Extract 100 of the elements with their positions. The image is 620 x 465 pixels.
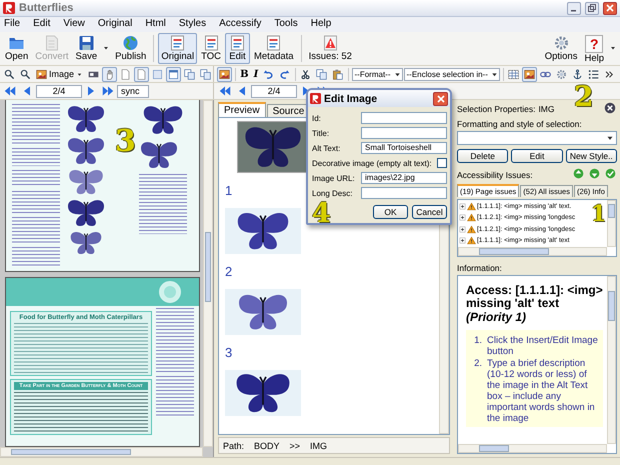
close-button[interactable] (603, 2, 617, 14)
double-left-arrow-icon (219, 85, 231, 97)
input-field[interactable] (361, 112, 447, 124)
cut-icon (300, 68, 312, 80)
picture-button[interactable] (217, 66, 232, 82)
dialog-button[interactable]: OK (373, 205, 408, 219)
information-label: Information: (457, 263, 503, 273)
menu-item[interactable]: Accessify (219, 18, 262, 29)
step-text: Click the Insert/Edit Image button (487, 335, 599, 357)
input-field[interactable]: images\22.jpg (361, 172, 447, 184)
vertical-scrollbar[interactable] (203, 100, 213, 447)
horizontal-scrollbar[interactable] (458, 247, 607, 256)
warning-icon (467, 236, 476, 246)
horizontal-scrollbar[interactable] (0, 447, 203, 457)
menu-item[interactable]: View (63, 18, 85, 29)
issue-title: Access: [1.1.1.1]: <img> missing 'alt' text (466, 284, 603, 310)
panel-button[interactable]: New Style.. (566, 149, 617, 163)
toolbar-button[interactable]: Save (72, 33, 100, 64)
caret-icon (76, 70, 84, 78)
butterfly-image (237, 121, 309, 173)
vertical-scrollbar[interactable] (607, 200, 616, 247)
list-icon (588, 68, 600, 80)
toolbar-button[interactable]: Issues: 52 (306, 33, 355, 64)
find-icon (4, 68, 15, 80)
restore-button[interactable] (585, 2, 599, 14)
italic-button[interactable]: I (252, 66, 260, 82)
horizontal-scrollbar[interactable] (458, 444, 607, 453)
first-page-button[interactable] (2, 84, 18, 98)
menu-item[interactable]: Edit (33, 18, 50, 29)
menu-item[interactable]: File (4, 18, 20, 29)
path-item[interactable]: BODY (254, 440, 280, 450)
page-field[interactable]: 2/4 (36, 84, 82, 98)
step-number: 1. (473, 335, 482, 348)
copy-button[interactable] (314, 66, 330, 82)
toolbar-button[interactable]: Edit (224, 33, 250, 64)
checkbox[interactable] (437, 158, 447, 168)
copy-button[interactable] (198, 66, 214, 82)
format-select[interactable]: --Format-- (352, 68, 403, 80)
dialog-title: Edit Image (324, 92, 378, 104)
enclose-select[interactable]: --Enclose selection in-- (404, 68, 500, 80)
style-select[interactable] (457, 131, 617, 145)
menu-item[interactable]: Styles (178, 18, 206, 29)
toolbar-button[interactable]: Original (158, 33, 198, 64)
help-icon: ? (585, 35, 604, 53)
input-field[interactable] (361, 127, 447, 139)
page-icon (136, 68, 148, 80)
issues-label: Accessibility Issues: (457, 170, 533, 180)
menu-item[interactable]: Original (98, 18, 132, 29)
input-field[interactable] (361, 187, 447, 199)
selection-value: IMG (538, 104, 554, 114)
find-icon (20, 68, 31, 80)
paste-button[interactable] (330, 66, 346, 82)
page-button[interactable] (134, 66, 150, 82)
vertical-scrollbar[interactable] (607, 276, 616, 444)
picture-icon (219, 68, 230, 80)
tab[interactable]: Preview (218, 102, 266, 117)
first-page-button[interactable] (217, 84, 233, 98)
toolbar-button[interactable]: ? Help (581, 33, 607, 64)
close-button[interactable] (433, 92, 448, 106)
dialog-button[interactable]: Cancel (412, 205, 447, 219)
toolbar-button[interactable]: TOC (198, 33, 224, 64)
input-field[interactable]: Small Tortoiseshell (361, 142, 447, 154)
window-title: Butterflies (19, 2, 74, 14)
menu-item[interactable]: Html (145, 18, 166, 29)
callout-number: 4 (312, 201, 331, 226)
style-label: Formatting and style of selection: (457, 119, 583, 129)
hand-icon (104, 68, 116, 80)
page-field[interactable]: 2/4 (251, 84, 297, 98)
picture-button[interactable] (522, 66, 538, 82)
toolbar-button[interactable]: Metadata (250, 33, 297, 64)
figure-number: 2 (225, 264, 232, 279)
sync-field[interactable]: sync (117, 84, 149, 98)
window-button[interactable] (166, 66, 182, 82)
copy-icon (316, 68, 328, 80)
settings-icon (556, 68, 568, 80)
menu-item[interactable]: Help (310, 18, 332, 29)
panel-button[interactable]: Delete (457, 149, 508, 163)
path-item[interactable]: >> (290, 440, 300, 450)
butterfly-drawing (66, 104, 106, 134)
hand-button[interactable] (102, 66, 118, 82)
double-right-arrow-icon (102, 85, 114, 97)
redo-icon (279, 68, 290, 80)
toolbar-button[interactable]: Publish (112, 33, 150, 64)
step-text: Type a brief description (10-12 words or less) of the image in the Alt Text box – include any important words shown in the image (487, 358, 596, 424)
figure-number: 1 (225, 183, 232, 198)
folder-icon (7, 35, 26, 51)
step-number: 2. (473, 358, 482, 371)
path-item[interactable]: IMG (310, 440, 328, 450)
menu-item[interactable]: Tools (274, 18, 298, 29)
copy-icon (184, 68, 196, 80)
panel-button[interactable]: Edit (511, 149, 563, 163)
minimize-button[interactable] (567, 2, 581, 14)
copy-button[interactable] (182, 66, 198, 82)
image-menu-button[interactable]: Image (34, 66, 86, 82)
last-page-button[interactable] (100, 84, 116, 98)
bold-button[interactable]: B (238, 66, 251, 82)
path-label: Path: (223, 440, 244, 450)
toolbar-button[interactable]: Options (542, 33, 580, 64)
table-icon (508, 68, 520, 80)
toolbar-button[interactable]: Open (2, 33, 32, 64)
